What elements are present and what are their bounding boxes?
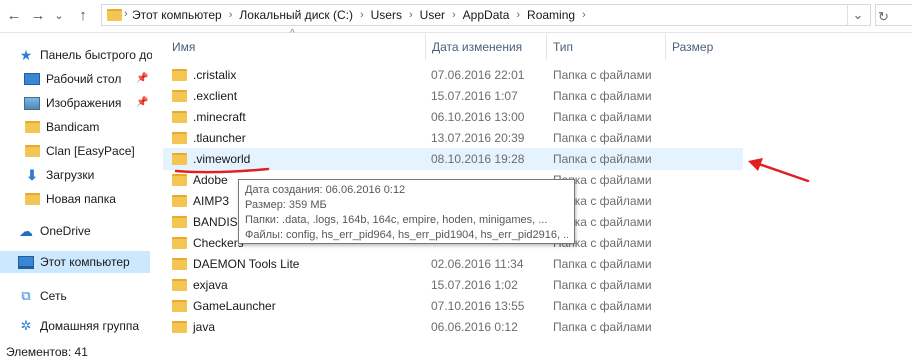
- annotation-arrow-shaft: [754, 161, 810, 183]
- status-bar-count: Элементов: 41: [6, 345, 88, 359]
- annotation-underline: [174, 167, 270, 174]
- annotation-overlay: [174, 158, 810, 183]
